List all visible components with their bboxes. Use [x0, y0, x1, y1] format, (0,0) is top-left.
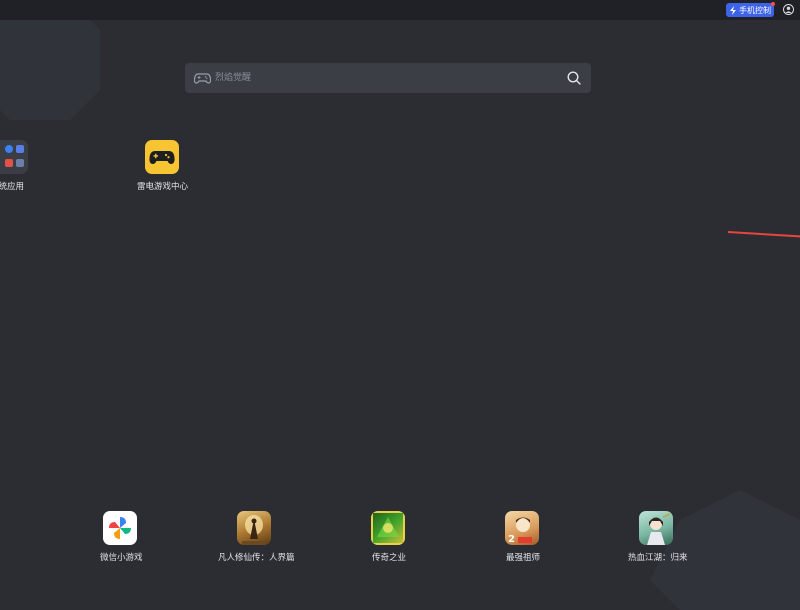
- notification-dot: [771, 2, 775, 6]
- lightning-icon: [730, 5, 736, 15]
- search-icon[interactable]: [567, 71, 581, 85]
- red-line-decoration: [727, 231, 800, 238]
- game-art-icon: [371, 511, 405, 545]
- fanren-game-app-icon[interactable]: [237, 511, 271, 545]
- game-art-icon: [242, 515, 266, 545]
- wechat-mini-games-app-icon[interactable]: [103, 511, 137, 545]
- mini-app-icon: [5, 145, 13, 153]
- gamepad-icon: [194, 73, 211, 84]
- wechat-mini-games-label: 微信小游戏: [100, 553, 143, 563]
- gamepad-icon: [149, 151, 175, 164]
- game-art-icon: 2: [508, 517, 532, 545]
- pinwheel-icon: [109, 517, 131, 539]
- phone-control-button[interactable]: 手机控制: [726, 2, 775, 17]
- chuanqi-game-app-icon[interactable]: [371, 511, 405, 545]
- phone-control-label: 手机控制: [739, 5, 771, 15]
- search-bar[interactable]: 烈焰觉醒: [185, 63, 591, 93]
- svg-text:2: 2: [508, 534, 515, 545]
- background-hex-shape-topleft: [0, 10, 100, 120]
- system-apps-folder[interactable]: [0, 140, 28, 174]
- mini-app-icon: [16, 145, 24, 153]
- mini-app-icon: [16, 159, 24, 167]
- search-placeholder: 烈焰觉醒: [215, 73, 252, 83]
- background-hex-shape-bottomright: [650, 490, 800, 610]
- zuiqiang-game-label: 最强祖师: [506, 553, 541, 563]
- zuiqiang-game-app-icon[interactable]: 2: [505, 511, 539, 545]
- user-button[interactable]: [782, 3, 795, 16]
- fanren-game-label: 凡人修仙传：人界篇: [218, 553, 295, 563]
- game-art-icon: [647, 513, 671, 545]
- top-bar: 手机控制: [0, 0, 800, 20]
- user-icon: [783, 4, 794, 15]
- chuanqi-game-label: 传奇之业: [372, 553, 407, 563]
- mini-app-icon: [5, 159, 13, 167]
- game-center-label: 雷电游戏中心: [137, 182, 189, 192]
- system-apps-label: 系统应用: [0, 182, 25, 192]
- rexue-jianghu-label: 热血江湖：归来: [628, 553, 688, 563]
- game-center-app-icon[interactable]: [145, 140, 179, 174]
- rexue-jianghu-app-icon[interactable]: [639, 511, 673, 545]
